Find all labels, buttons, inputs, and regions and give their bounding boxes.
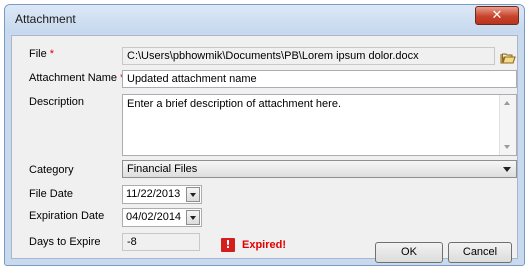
close-button[interactable]: ✕ <box>475 6 519 25</box>
file-date-value: 11/22/2013 <box>126 188 181 200</box>
category-value: Financial Files <box>127 163 198 175</box>
attachment-dialog: Attachment ✕ File * C:\Users\pbhowmik\Doc… <box>4 4 525 266</box>
days-to-expire-field: -8 <box>122 233 200 251</box>
file-date-label: File Date <box>29 188 74 200</box>
file-date-picker[interactable]: 11/22/2013 <box>122 185 202 204</box>
expiration-date-value: 04/02/2014 <box>126 211 182 223</box>
attachment-name-input[interactable]: Updated attachment name <box>122 70 517 88</box>
attachment-name-label: Attachment Name* <box>29 72 124 84</box>
scroll-up-arrow-icon[interactable] <box>504 101 510 105</box>
ok-button[interactable]: OK <box>375 242 443 263</box>
dialog-title: Attachment <box>15 12 76 26</box>
chevron-down-icon <box>190 216 196 220</box>
description-textarea[interactable]: Enter a brief description of attachment … <box>122 94 517 156</box>
folder-open-icon[interactable] <box>500 51 516 65</box>
title-bar: Attachment ✕ <box>5 5 524 33</box>
cancel-button[interactable]: Cancel <box>448 242 512 263</box>
required-marker: * <box>49 48 55 60</box>
description-label: Description <box>29 96 85 108</box>
dialog-body: File * C:\Users\pbhowmik\Documents\PB\Lor… <box>11 35 518 263</box>
category-select[interactable]: Financial Files <box>122 160 517 178</box>
file-date-dropdown-button[interactable] <box>186 187 200 202</box>
days-to-expire-label: Days to Expire <box>29 236 101 248</box>
description-scrollbar[interactable] <box>499 95 516 155</box>
warning-icon: ! <box>221 238 235 252</box>
file-path-field[interactable]: C:\Users\pbhowmik\Documents\PB\Lorem ips… <box>122 47 495 65</box>
expiration-date-dropdown-button[interactable] <box>186 210 200 225</box>
expired-text: Expired! <box>242 239 287 251</box>
chevron-down-icon <box>503 167 511 172</box>
description-text: Enter a brief description of attachment … <box>127 98 342 110</box>
expiration-date-picker[interactable]: 04/02/2014 <box>122 208 202 227</box>
category-label: Category <box>29 164 74 176</box>
chevron-down-icon <box>190 193 196 197</box>
scroll-down-arrow-icon[interactable] <box>504 145 510 149</box>
file-label: File * <box>29 48 55 60</box>
expired-status: ! Expired! <box>221 238 286 252</box>
expiration-date-label: Expiration Date <box>29 210 105 222</box>
